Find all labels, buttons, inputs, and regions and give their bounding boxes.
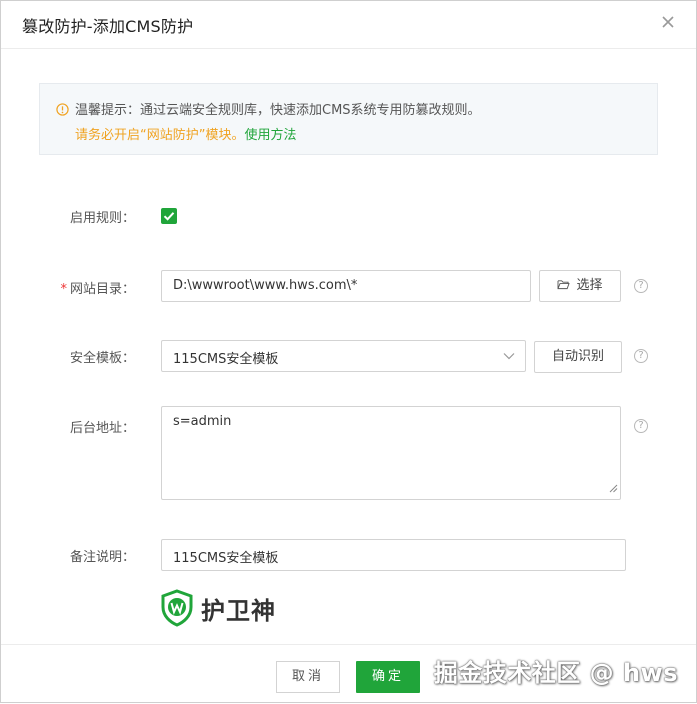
folder-open-icon <box>558 280 571 290</box>
tip-text: 温馨提示：通过云端安全规则库，快速添加CMS系统专用防篡改规则。 <box>75 103 481 118</box>
required-mark: * <box>60 282 67 297</box>
tip-box: 温馨提示：通过云端安全规则库，快速添加CMS系统专用防篡改规则。 请务必开启“网… <box>39 83 658 155</box>
chevron-down-icon <box>503 350 515 365</box>
watermark: 掘金技术社区 @ hws <box>433 659 678 687</box>
add-cms-protection-dialog: 篡改防护-添加CMS防护 温馨提示：通过云端安全规则库，快速添加CMS系统专用防… <box>0 0 697 703</box>
backend-textarea[interactable]: s=admin <box>161 406 621 500</box>
huweishen-logo-icon <box>161 589 193 631</box>
remark-input[interactable]: 115CMS安全模板 <box>161 539 626 571</box>
help-icon[interactable]: ? <box>634 349 648 363</box>
site-dir-input[interactable]: D:\wwwroot\www.hws.com\* <box>161 270 531 302</box>
site-dir-label-text: 网站目录： <box>69 282 135 297</box>
warning-circle-icon <box>56 101 69 120</box>
usage-help-link[interactable]: 使用方法 <box>244 128 296 143</box>
backend-label: 后台地址： <box>69 421 135 436</box>
logo-text: 护卫神 <box>201 597 276 625</box>
help-icon[interactable]: ? <box>634 279 648 293</box>
auto-detect-button[interactable]: 自动识别 <box>534 341 622 373</box>
close-icon[interactable] <box>658 12 678 32</box>
confirm-button[interactable]: 确定 <box>356 661 420 693</box>
tip-warning: 请务必开启“网站防护”模块。使用方法 <box>75 124 297 143</box>
site-dir-label: * 网站目录： <box>15 278 135 297</box>
enable-rule-checkbox[interactable] <box>161 208 177 224</box>
tip-warning-text: 请务必开启“网站防护”模块。 <box>75 128 245 143</box>
resize-grip-icon[interactable] <box>609 482 618 497</box>
help-icon[interactable]: ? <box>634 419 648 433</box>
backend-value: s=admin <box>173 414 232 429</box>
dialog-header: 篡改防护-添加CMS防护 <box>1 1 696 49</box>
remark-label: 备注说明： <box>69 550 135 565</box>
template-select-value: 115CMS安全模板 <box>173 352 279 367</box>
template-select[interactable]: 115CMS安全模板 <box>161 340 526 372</box>
select-folder-button[interactable]: 选择 <box>539 270 621 302</box>
select-button-label: 选择 <box>576 278 603 293</box>
enable-rule-label: 启用规则： <box>69 211 135 226</box>
cancel-button[interactable]: 取消 <box>276 661 340 693</box>
checkmark-icon <box>163 212 175 221</box>
template-label: 安全模板： <box>69 351 135 366</box>
dialog-title: 篡改防护-添加CMS防护 <box>22 17 194 36</box>
